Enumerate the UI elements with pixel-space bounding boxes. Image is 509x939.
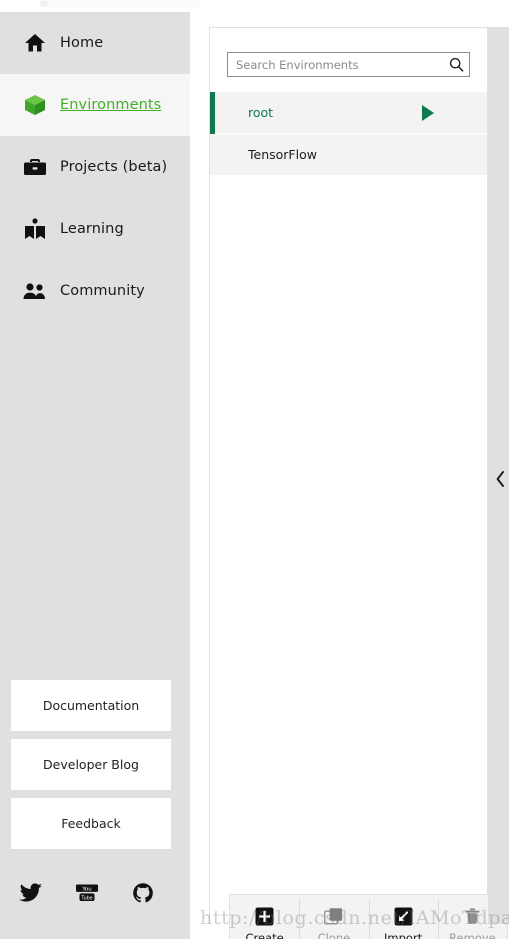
selected-indicator-bar (210, 92, 215, 134)
sidebar-link-buttons: Documentation Developer Blog Feedback (11, 680, 171, 857)
youtube-icon[interactable]: You Tube (74, 880, 100, 906)
environment-name: root (248, 105, 274, 120)
twitter-icon[interactable] (18, 880, 44, 906)
sidebar-item-projects[interactable]: Projects (beta) (0, 136, 190, 198)
sidebar-item-label: Projects (beta) (60, 159, 168, 175)
import-label: Import (384, 931, 423, 939)
documentation-button[interactable]: Documentation (11, 680, 171, 731)
search-icon[interactable] (443, 53, 469, 76)
cube-icon (22, 92, 48, 118)
clone-button[interactable]: Clone (299, 895, 368, 939)
home-icon (22, 30, 48, 56)
feedback-button[interactable]: Feedback (11, 798, 171, 849)
people-icon (22, 278, 48, 304)
developer-blog-button[interactable]: Developer Blog (11, 739, 171, 790)
import-button[interactable]: Import (368, 895, 438, 939)
book-icon (22, 216, 48, 242)
svg-text:Tube: Tube (80, 895, 92, 901)
github-icon[interactable] (130, 880, 156, 906)
remove-label: Remove (449, 931, 496, 939)
sidebar-item-label: Community (60, 283, 145, 299)
environment-row-tensorflow[interactable]: TensorFlow (210, 134, 487, 176)
import-arrow-icon (393, 906, 413, 926)
top-strip-ghost-dot (40, 0, 48, 7)
social-links: You Tube (18, 880, 168, 906)
environment-name: TensorFlow (248, 147, 317, 162)
navigator-window: Home Environments Projects (beta) Learni… (0, 0, 509, 939)
environment-row-root[interactable]: root (210, 92, 487, 134)
top-strip-ghost (40, 1, 200, 8)
sidebar: Home Environments Projects (beta) Learni… (0, 12, 190, 939)
clone-label: Clone (317, 931, 351, 939)
sidebar-item-label: Learning (60, 221, 124, 237)
copy-icon (324, 906, 344, 926)
play-icon[interactable] (422, 104, 434, 121)
window-top-strip (0, 0, 509, 12)
svg-text:You: You (81, 887, 91, 893)
search-input[interactable] (228, 57, 443, 72)
sidebar-item-label: Environments (60, 97, 162, 113)
sidebar-item-learning[interactable]: Learning (0, 198, 190, 260)
content-area: root TensorFlow Create (190, 12, 509, 939)
briefcase-icon (22, 154, 48, 180)
search-environments-box[interactable] (227, 52, 470, 77)
environments-panel: root TensorFlow Create (209, 27, 508, 939)
chevron-left-icon[interactable] (493, 467, 507, 491)
sidebar-nav: Home Environments Projects (beta) Learni… (0, 12, 190, 322)
plus-square-icon (255, 906, 275, 926)
create-button[interactable]: Create (230, 895, 299, 939)
sidebar-item-environments[interactable]: Environments (0, 74, 190, 136)
sidebar-item-community[interactable]: Community (0, 260, 190, 322)
create-label: Create (245, 931, 284, 939)
sidebar-item-home[interactable]: Home (0, 12, 190, 74)
trash-icon (462, 906, 482, 926)
environments-toolbar: Create Clone Import Remove (229, 894, 508, 939)
sidebar-item-label: Home (60, 35, 104, 51)
environments-list: root TensorFlow (210, 92, 487, 176)
